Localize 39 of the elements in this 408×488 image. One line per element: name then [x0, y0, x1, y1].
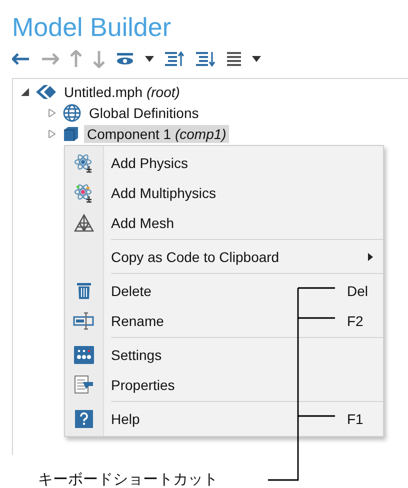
atom-icon [74, 183, 94, 203]
tree-item[interactable]: Untitled.mph (root) [61, 82, 183, 100]
menu-item[interactable]: Add Multiphysics [65, 178, 383, 208]
mesh-triangle-icon [74, 214, 94, 232]
globe-icon [63, 104, 81, 122]
back-arrow-icon[interactable] [12, 53, 30, 65]
expand-triangle-icon[interactable] [48, 130, 56, 138]
properties-icon [74, 375, 94, 395]
expand-triangle-icon[interactable] [48, 108, 56, 116]
atom-icon [74, 153, 94, 173]
menu-item[interactable]: Add Mesh [65, 208, 383, 238]
tree-item[interactable]: Global Definitions [86, 104, 202, 122]
menu-item[interactable]: Delete Del [65, 276, 383, 306]
settings-icon [74, 346, 94, 364]
collapse-all-icon[interactable] [165, 51, 185, 67]
menu-item[interactable]: Rename F2 [65, 306, 383, 336]
list-icon[interactable] [227, 51, 241, 67]
tree-item[interactable]: Component 1 (comp1) [84, 124, 230, 142]
eye-icon[interactable] [116, 53, 134, 65]
collapse-triangle-icon[interactable] [21, 88, 29, 96]
menu-item[interactable]: Properties [65, 370, 383, 400]
help-icon [75, 410, 93, 428]
trash-icon [77, 282, 91, 300]
menu-item[interactable]: Add Physics [65, 148, 383, 178]
menu-item[interactable]: Settings [65, 340, 383, 370]
menu-item[interactable]: Help F1 [65, 404, 383, 434]
model-icon [36, 84, 56, 98]
rename-icon [73, 312, 95, 330]
cube-icon [63, 126, 79, 142]
expand-all-icon[interactable] [196, 51, 216, 67]
dropdown-caret-icon[interactable] [252, 56, 261, 62]
shortcut-text: F2 [347, 313, 364, 329]
shortcut-text: F1 [347, 411, 364, 427]
panel-title: Model Builder [11, 11, 172, 42]
submenu-arrow-icon [368, 253, 373, 261]
callout-label: キーボードショートカット [38, 470, 218, 488]
shortcut-text: Del [347, 283, 368, 299]
dropdown-caret-icon[interactable] [145, 56, 154, 62]
menu-item[interactable]: Copy as Code to Clipboard [65, 242, 383, 272]
